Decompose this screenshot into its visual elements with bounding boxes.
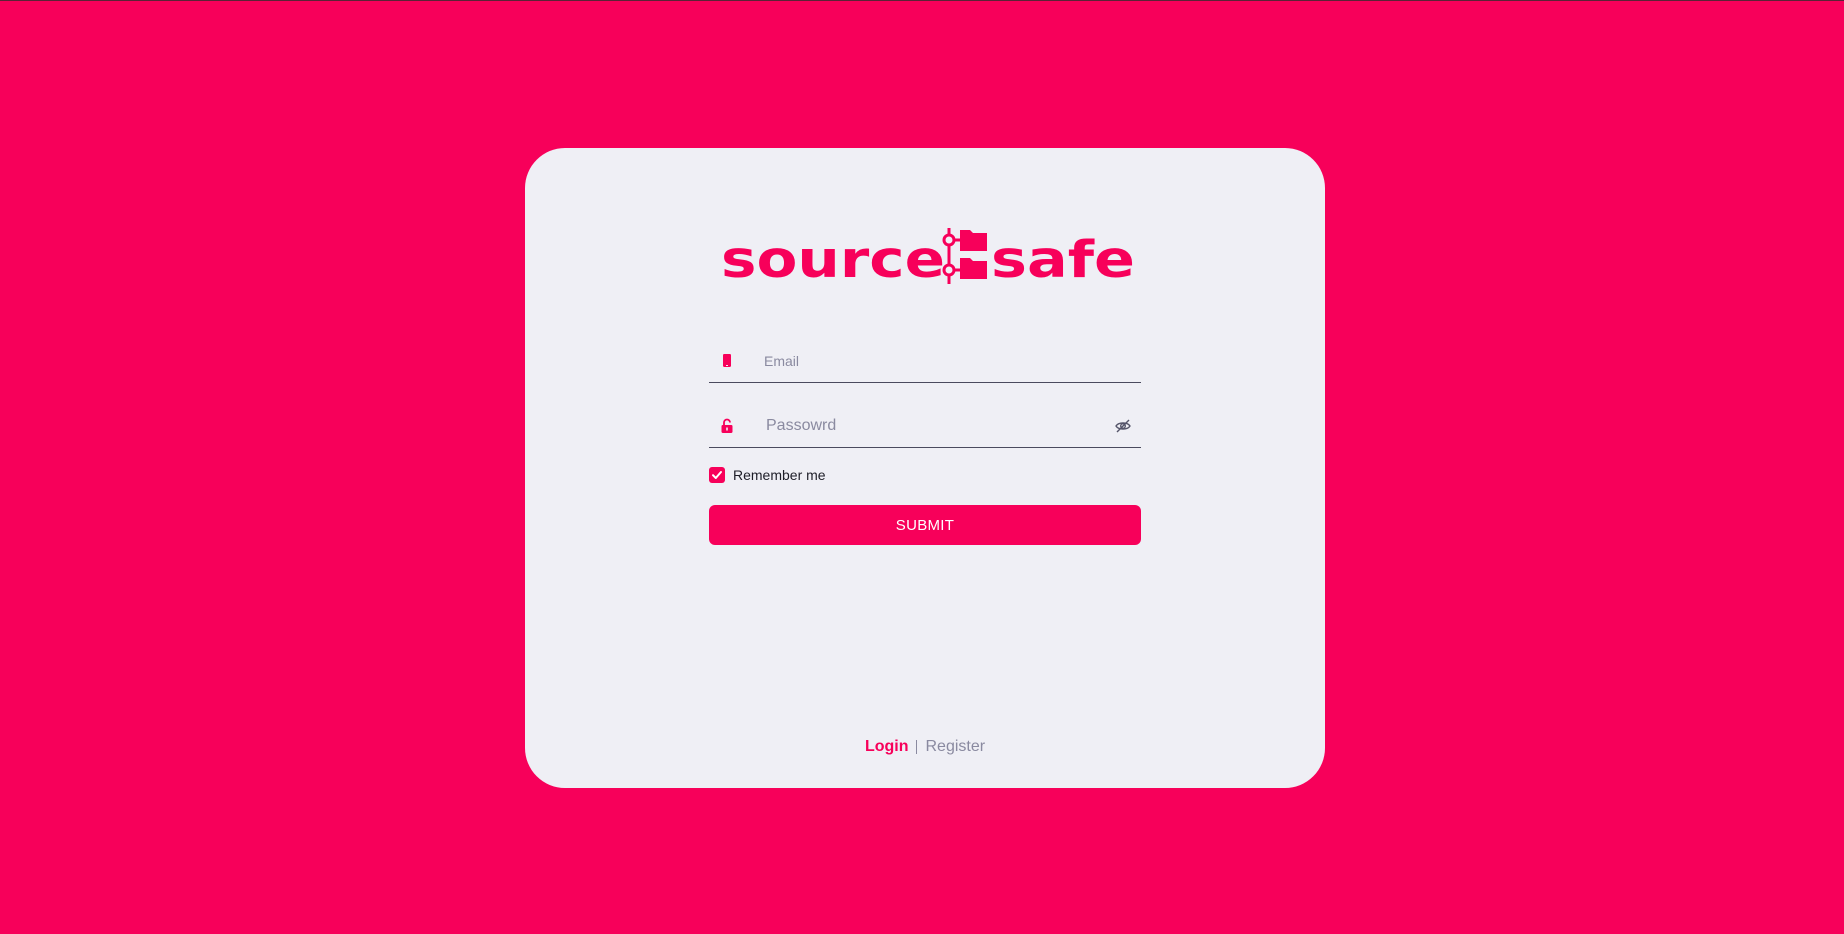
submit-button[interactable]: SUBMIT bbox=[709, 505, 1141, 545]
login-form: Remember me SUBMIT bbox=[709, 340, 1141, 545]
password-field-wrapper bbox=[709, 405, 1141, 448]
email-field-wrapper bbox=[709, 340, 1141, 383]
register-link[interactable]: Register bbox=[925, 738, 985, 756]
phone-icon bbox=[723, 354, 731, 367]
login-card: source safe Email Remember me SUBMIT Log… bbox=[525, 148, 1325, 788]
password-input[interactable] bbox=[764, 405, 1101, 447]
link-divider bbox=[916, 740, 918, 754]
login-link[interactable]: Login bbox=[865, 738, 909, 756]
sourcesafe-logo: source safe bbox=[721, 228, 1135, 286]
remember-me-checkbox[interactable] bbox=[709, 467, 725, 483]
eye-off-icon[interactable] bbox=[1114, 417, 1132, 435]
remember-me-label: Remember me bbox=[733, 467, 826, 483]
top-edge-line bbox=[0, 0, 1844, 1]
logo-text-source: source bbox=[721, 231, 945, 286]
auth-mode-links: Login Register bbox=[525, 738, 1325, 756]
remember-me-toggle[interactable]: Remember me bbox=[709, 466, 1141, 484]
email-input[interactable] bbox=[762, 340, 1101, 382]
check-icon bbox=[712, 471, 722, 479]
unlock-icon bbox=[721, 418, 733, 433]
folder-tree-icon bbox=[942, 228, 987, 284]
logo-text-safe: safe bbox=[991, 231, 1135, 286]
